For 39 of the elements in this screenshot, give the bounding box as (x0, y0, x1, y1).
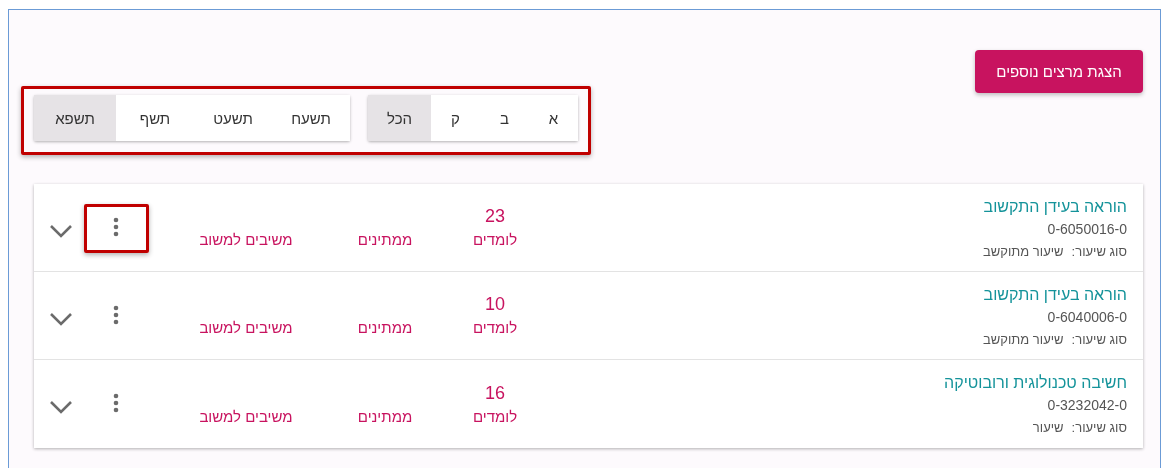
type-label: סוג שיעור: (1071, 419, 1127, 437)
more-options-icon[interactable] (113, 305, 119, 325)
course-title[interactable]: חשיבה טכנולוגית ורובוטיקה (944, 372, 1127, 394)
expand-chevron-icon[interactable] (48, 400, 73, 414)
student-count: 10 (485, 293, 505, 316)
letter-tab[interactable]: א (529, 95, 578, 141)
year-tab[interactable]: תשף (116, 95, 194, 141)
more-options-icon[interactable] (113, 393, 119, 413)
students-label: לומדים (472, 407, 518, 427)
type-label: סוג שיעור: (1071, 331, 1127, 349)
waiting-label: ממתינים (357, 230, 413, 250)
letter-tab[interactable]: ק (431, 95, 480, 141)
course-code: 0-6040006-0 (1047, 308, 1127, 327)
feedback-label: משיבים למשוב (199, 318, 293, 338)
waiting-label: ממתינים (357, 407, 413, 427)
course-code: 0-6050016-0 (1047, 220, 1127, 239)
expand-chevron-icon[interactable] (48, 312, 73, 326)
year-tab[interactable]: תשעט (194, 95, 272, 141)
letter-tab[interactable]: ב (480, 95, 529, 141)
student-count: 23 (485, 205, 505, 228)
year-tab[interactable]: תשפא (34, 95, 116, 141)
feedback-label: משיבים למשוב (199, 407, 293, 427)
year-tab[interactable]: תשעח (272, 95, 350, 141)
expand-chevron-icon[interactable] (48, 224, 73, 238)
student-count: 16 (485, 382, 505, 405)
letter-tab[interactable]: הכל (368, 95, 431, 141)
waiting-label: ממתינים (357, 318, 413, 338)
students-label: לומדים (472, 318, 518, 338)
show-more-lecturers-button[interactable]: הצגת מרצים נוספים (975, 50, 1143, 93)
type-value: שיעור (1032, 419, 1064, 437)
students-label: לומדים (472, 230, 518, 250)
type-value: שיעור מתוקשב (983, 331, 1064, 349)
feedback-label: משיבים למשוב (199, 230, 293, 250)
type-label: סוג שיעור: (1071, 243, 1127, 261)
course-title[interactable]: הוראה בעידן התקשוב (983, 284, 1127, 306)
course-code: 0-3232042-0 (1047, 396, 1127, 415)
more-options-icon[interactable] (113, 217, 119, 237)
type-value: שיעור מתוקשב (983, 243, 1064, 261)
course-title[interactable]: הוראה בעידן התקשוב (983, 196, 1127, 218)
